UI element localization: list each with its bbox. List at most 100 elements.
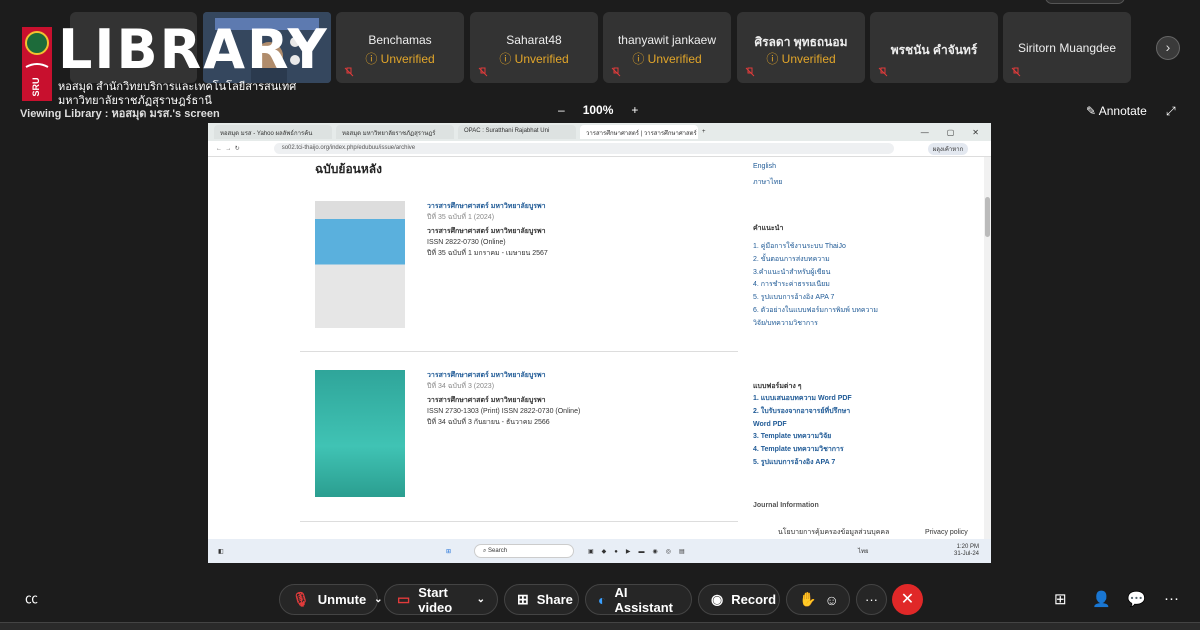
privacy-policy-link[interactable]: Privacy policy <box>925 527 968 540</box>
form-link[interactable]: 2. ใบรับรองจากอาจารย์ที่ปรึกษา <box>753 406 852 419</box>
apps-icon[interactable]: ⊞ <box>1054 590 1067 608</box>
record-icon: ◉ <box>711 591 724 607</box>
advice-heading: คำแนะนำ <box>753 225 784 232</box>
advice-link[interactable]: 5. รูปแบบการอ้างอิง APA 7 <box>753 292 878 305</box>
issue-title: วารสารศึกษาศาสตร์ มหาวิทยาลัยบูรพา <box>427 228 546 235</box>
participants-icon[interactable]: 👤 <box>1092 590 1111 608</box>
os-bottom-strip <box>0 622 1200 630</box>
participant-tile[interactable]: ศิรลดา พุทธถนอม ⓘ Unverified <box>737 12 865 83</box>
page-scrollbar[interactable] <box>984 157 991 539</box>
profile-button[interactable]: ผลุงเค้าหาก <box>927 142 969 155</box>
start-icon[interactable]: ⊞ <box>446 548 451 555</box>
issue-volume: ปีที่ 35 ฉบับที่ 1 (2024) <box>427 214 495 221</box>
maximize-icon[interactable]: ▢ <box>947 128 955 137</box>
participant-tile[interactable]: thanyawit jankaew ⓘ Unverified <box>603 12 731 83</box>
issue-volume: ปีที่ 34 ฉบับที่ 3 (2023) <box>427 383 495 390</box>
emoji-icon[interactable]: ☺ <box>824 592 838 608</box>
issue-cover-image[interactable] <box>315 201 405 328</box>
form-link[interactable]: 3. Template บทความวิจัย <box>753 431 852 444</box>
participant-tile[interactable]: Siritorn Muangdee <box>1003 12 1131 83</box>
mic-muted-icon <box>611 67 621 77</box>
taskbar-clock[interactable]: 1:20 PM 31-Jul-24 <box>954 544 979 558</box>
privacy-notice[interactable]: นโยบายการคุ้มครองข้อมูลส่วนบุคคล <box>778 527 889 540</box>
participant-name: Saharat48 <box>506 33 562 47</box>
address-bar-row: ← → ↻ so02.tci-thaijo.org/index.php/edub… <box>208 141 991 157</box>
captions-icon[interactable]: ㏄ <box>16 584 47 615</box>
advice-link[interactable]: 1. คู่มือการใช้งานระบบ ThaiJo <box>753 241 878 254</box>
page-heading: ฉบับย้อนหลัง <box>315 162 382 176</box>
issue-journal-link[interactable]: วารสารศึกษาศาสตร์ มหาวิทยาลัยบูรพา <box>427 201 548 212</box>
forward-icon[interactable]: → <box>225 146 231 152</box>
mic-muted-icon <box>344 67 354 77</box>
raise-hand-icon[interactable]: ✋ <box>799 591 816 608</box>
issue-journal-link[interactable]: วารสารศึกษาศาสตร์ มหาวิทยาลัยบูรพา <box>427 370 580 381</box>
browser-tab[interactable]: หอสมุด มรส - Yahoo ผลลัพธ์การค้น <box>214 125 332 139</box>
issue-meta: วารสารศึกษาศาสตร์ มหาวิทยาลัยบูรพา ปีที่… <box>427 370 580 428</box>
browser-tab[interactable]: หอสมุด มหาวิทยาลัยราชภัฏสุราษฎร์ <box>336 125 454 139</box>
reactions-group[interactable]: ✋ ☺ <box>786 584 850 615</box>
new-tab-icon[interactable]: + <box>702 129 706 135</box>
share-icon: ⊞ <box>517 591 529 607</box>
zoom-in-button[interactable]: + <box>631 103 638 117</box>
forms-list: 1. แบบเสนอบทความ Word PDF 2. ใบรับรองจาก… <box>753 393 852 470</box>
participant-status: ⓘ Unverified <box>632 52 702 66</box>
lang-link-english[interactable]: English <box>753 161 776 174</box>
record-button[interactable]: ◉ Record <box>698 584 780 615</box>
taskbar-app-icons[interactable]: ▣◆●▶▬◉◎▤ <box>588 548 693 555</box>
library-wordmark: LIBRARY <box>58 18 329 81</box>
chevron-right-icon[interactable]: › <box>1156 36 1180 60</box>
annotate-button[interactable]: ✎ Annotate <box>1086 104 1147 118</box>
url-field[interactable]: so02.tci-thaijo.org/index.php/edubuu/iss… <box>273 143 894 154</box>
form-link[interactable]: 1. แบบเสนอบทความ Word PDF <box>753 393 852 406</box>
chat-icon[interactable]: 💬 <box>1127 590 1146 608</box>
issue-meta: วารสารศึกษาศาสตร์ มหาวิทยาลัยบูรพา ปีที่… <box>427 201 548 259</box>
ai-assistant-button[interactable]: ◐ AI Assistant <box>585 584 692 615</box>
svg-text:SRU: SRU <box>31 77 41 96</box>
form-link[interactable]: Word PDF <box>753 419 852 432</box>
form-link[interactable]: 4. Template บทความวิชาการ <box>753 444 852 457</box>
chevron-down-icon[interactable]: ⌄ <box>374 594 382 605</box>
lang-link-thai[interactable]: ภาษาไทย <box>753 177 782 190</box>
zoom-controls: – 100% + <box>558 103 638 117</box>
start-video-button[interactable]: ▭ Start video ⌄ <box>384 584 498 615</box>
video-off-icon: ▭ <box>397 591 411 607</box>
input-lang[interactable]: ไทย <box>858 546 869 556</box>
more-options-icon[interactable]: ··· <box>1164 590 1179 607</box>
advice-link[interactable]: 6. ตัวอย่างในแบบฟอร์มการพิมพ์ บทความ <box>753 305 878 318</box>
participant-name: Siritorn Muangdee <box>1017 41 1117 55</box>
widgets-icon[interactable]: ◧ <box>218 548 224 555</box>
participant-name: พรชนัน คำจันทร์ <box>890 43 978 57</box>
participant-tile[interactable]: พรชนัน คำจันทร์ <box>870 12 998 83</box>
viewing-label: Viewing Library : หอสมุด มรส.'s screen <box>20 108 220 120</box>
os-taskbar: ◧ ⊞ ⌕ Search ▣◆●▶▬◉◎▤ ไทย 1:20 PM 31-Jul… <box>208 539 991 563</box>
issue-cover-image[interactable] <box>315 370 405 497</box>
browser-tab-active[interactable]: วารสารศึกษาศาสตร์ | วารสารศึกษาศาสตร์ <box>580 125 698 139</box>
minimize-icon[interactable]: — <box>921 128 929 137</box>
participant-name: Benchamas <box>368 33 432 47</box>
share-button[interactable]: ⊞ Share <box>504 584 579 615</box>
window-controls: — ▢ ✕ <box>921 128 991 137</box>
advice-link[interactable]: วิจัย/บทความวิชาการ <box>753 318 878 331</box>
chevron-down-icon[interactable]: ⌄ <box>477 594 485 605</box>
zoom-out-button[interactable]: – <box>558 103 565 117</box>
pen-icon: ✎ <box>1086 104 1097 118</box>
reload-icon[interactable]: ↻ <box>235 145 240 152</box>
taskbar-search[interactable]: ⌕ Search <box>474 544 574 558</box>
form-link[interactable]: 5. รูปแบบการอ้างอิง APA 7 <box>753 457 852 470</box>
participant-name: thanyawit jankaew <box>617 33 717 47</box>
issue-period: ปีที่ 34 ฉบับที่ 3 กันยายน - ธันวาคม 256… <box>427 419 550 426</box>
participant-tile[interactable]: Benchamas ⓘ Unverified <box>336 12 464 83</box>
advice-link[interactable]: 3.คำแนะนำสำหรับผู้เขียน <box>753 267 878 280</box>
browser-tab[interactable]: OPAC : Suratthani Rajabhat Uni <box>458 125 576 139</box>
end-call-button[interactable]: ✕ <box>892 584 923 615</box>
unmute-button[interactable]: 🎙 Unmute ⌄ <box>279 584 383 615</box>
back-icon[interactable]: ← <box>216 146 222 152</box>
scroll-thumb[interactable] <box>985 197 990 237</box>
fullscreen-icon[interactable]: ⤢ <box>1166 104 1176 119</box>
advice-link[interactable]: 2. ขั้นตอนการส่งบทความ <box>753 254 878 267</box>
participant-tile[interactable]: Saharat48 ⓘ Unverified <box>470 12 598 83</box>
zoom-level: 100% <box>582 103 614 117</box>
more-button[interactable]: ··· <box>856 584 887 615</box>
advice-link[interactable]: 4. การชำระค่าธรรมเนียม <box>753 279 878 292</box>
close-icon[interactable]: ✕ <box>972 128 979 137</box>
